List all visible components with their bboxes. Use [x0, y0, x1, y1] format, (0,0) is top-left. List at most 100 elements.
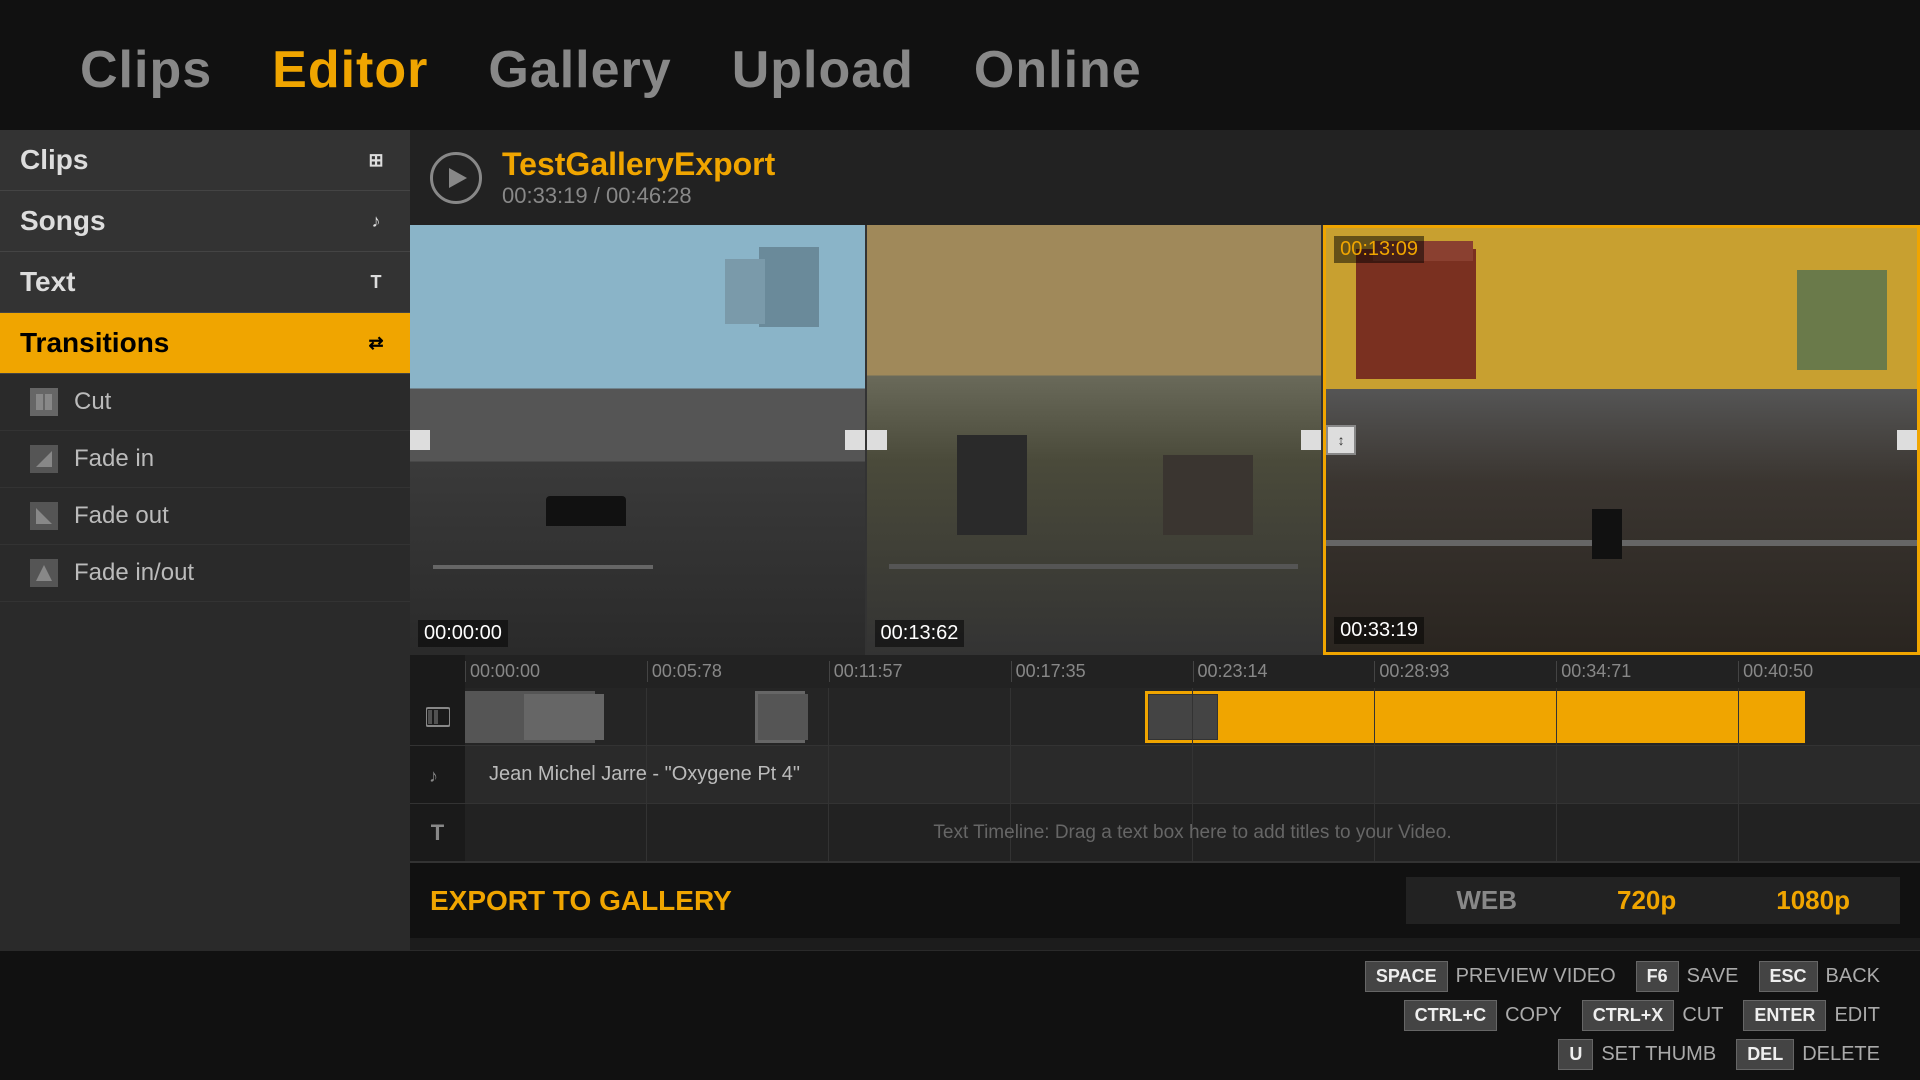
- ruler-mark-7: 00:40:50: [1738, 661, 1920, 682]
- label-cut: CUT: [1682, 1004, 1723, 1027]
- preview-clip-1[interactable]: 00:00:00: [410, 225, 867, 655]
- sidebar: Clips ⊞ Songs ♪ Text T Transitions ⇄: [0, 130, 410, 1050]
- video-timestamp: 00:33:19 / 00:46:28: [502, 183, 775, 209]
- label-save: SAVE: [1687, 965, 1739, 988]
- video-track-row: [410, 688, 1920, 746]
- text-timeline-hint: Text Timeline: Drag a text box here to a…: [933, 822, 1451, 844]
- top-nav: Clips Editor Gallery Upload Online: [0, 0, 1920, 130]
- ruler-mark-5: 00:28:93: [1374, 661, 1556, 682]
- track-clip-1[interactable]: [465, 691, 595, 743]
- shortcuts-row-2: CTRL+C COPY CTRL+X CUT ENTER EDIT: [1404, 1000, 1880, 1031]
- shortcuts-row-3: U SET THUMB DEL DELETE: [1558, 1039, 1880, 1070]
- track-clip-3[interactable]: [1145, 691, 1805, 743]
- ruler-mark-3: 00:17:35: [1011, 661, 1193, 682]
- main-layout: Clips ⊞ Songs ♪ Text T Transitions ⇄: [0, 130, 1920, 1050]
- video-info: TestGalleryExport 00:33:19 / 00:46:28: [502, 146, 775, 209]
- key-del[interactable]: DEL: [1736, 1039, 1794, 1070]
- sidebar-item-text[interactable]: Text T: [0, 252, 410, 313]
- ruler-mark-4: 00:23:14: [1193, 661, 1375, 682]
- fade-in-icon: [30, 445, 58, 473]
- music-label: Jean Michel Jarre - "Oxygene Pt 4": [479, 763, 800, 786]
- fade-in-out-icon: [30, 559, 58, 587]
- clip-cursor-handle[interactable]: ↕: [1326, 425, 1356, 455]
- quality-web-button[interactable]: WEB: [1406, 877, 1567, 924]
- nav-editor[interactable]: Editor: [272, 40, 428, 100]
- video-header: TestGalleryExport 00:33:19 / 00:46:28: [410, 130, 1920, 225]
- play-button[interactable]: [430, 152, 482, 204]
- svg-text:♪: ♪: [429, 766, 438, 786]
- track-clip-2[interactable]: [755, 691, 805, 743]
- clip-handle-right-2[interactable]: [1301, 430, 1321, 450]
- text-track-content[interactable]: Text Timeline: Drag a text box here to a…: [465, 804, 1920, 861]
- shortcut-del: DEL DELETE: [1736, 1039, 1880, 1070]
- sidebar-item-clips[interactable]: Clips ⊞: [0, 130, 410, 191]
- transitions-icon: ⇄: [362, 329, 390, 357]
- nav-upload[interactable]: Upload: [732, 40, 914, 100]
- text-track-row: T Text Timeline: Drag a text box here to…: [410, 804, 1920, 862]
- cut-icon: [30, 388, 58, 416]
- preview-area: 00:00:00 00:13:62: [410, 225, 1920, 655]
- key-ctrl-x[interactable]: CTRL+X: [1582, 1000, 1675, 1031]
- key-enter[interactable]: ENTER: [1743, 1000, 1826, 1031]
- shortcut-f6: F6 SAVE: [1636, 961, 1739, 992]
- music-track-icon: ♪: [410, 764, 465, 786]
- nav-clips[interactable]: Clips: [80, 40, 212, 100]
- preview-clip-2[interactable]: 00:13:62: [867, 225, 1324, 655]
- video-title: TestGalleryExport: [502, 146, 775, 183]
- label-copy: COPY: [1505, 1004, 1562, 1027]
- transition-fade-in[interactable]: Fade in: [0, 431, 410, 488]
- shortcut-esc: ESC BACK: [1759, 961, 1880, 992]
- shortcuts-bar: SPACE PREVIEW VIDEO F6 SAVE ESC BACK CTR…: [0, 950, 1920, 1080]
- music-track-content[interactable]: Jean Michel Jarre - "Oxygene Pt 4": [465, 746, 1920, 803]
- ruler-mark-6: 00:34:71: [1556, 661, 1738, 682]
- transition-cut[interactable]: Cut: [0, 374, 410, 431]
- text-track-icon: T: [410, 820, 465, 846]
- key-space[interactable]: SPACE: [1365, 961, 1448, 992]
- quality-720p-button[interactable]: 720p: [1567, 877, 1726, 924]
- timeline-area: 00:00:00 00:05:78 00:11:57 00:17:35 00:2…: [410, 655, 1920, 862]
- shortcut-u: U SET THUMB: [1558, 1039, 1716, 1070]
- video-track-icon: [410, 705, 465, 729]
- shortcut-enter: ENTER EDIT: [1743, 1000, 1880, 1031]
- key-esc[interactable]: ESC: [1759, 961, 1818, 992]
- transition-fade-in-out[interactable]: Fade in/out: [0, 545, 410, 602]
- video-track-content[interactable]: [465, 688, 1920, 745]
- export-to-gallery-button[interactable]: EXPORT TO GALLERY: [430, 885, 732, 917]
- preview-clip-3[interactable]: 00:13:09 ↕ 00:33:19: [1323, 225, 1920, 655]
- clip-handle-right-3[interactable]: [1897, 430, 1917, 450]
- shortcut-space: SPACE PREVIEW VIDEO: [1365, 961, 1616, 992]
- transitions-subitems: Cut Fade in Fade out: [0, 374, 410, 602]
- sidebar-item-transitions[interactable]: Transitions ⇄: [0, 313, 410, 374]
- shortcut-ctrl-c: CTRL+C COPY: [1404, 1000, 1562, 1031]
- text-icon: T: [362, 268, 390, 296]
- ruler-marks: 00:00:00 00:05:78 00:11:57 00:17:35 00:2…: [465, 661, 1920, 682]
- export-bar: EXPORT TO GALLERY WEB 720p 1080p: [410, 862, 1920, 938]
- nav-online[interactable]: Online: [974, 40, 1142, 100]
- key-ctrl-c[interactable]: CTRL+C: [1404, 1000, 1498, 1031]
- clip-time-3: 00:33:19: [1334, 617, 1424, 644]
- key-u[interactable]: U: [1558, 1039, 1593, 1070]
- shortcut-ctrl-x: CTRL+X CUT: [1582, 1000, 1724, 1031]
- ruler-mark-2: 00:11:57: [829, 661, 1011, 682]
- fade-out-icon: [30, 502, 58, 530]
- ruler-mark-1: 00:05:78: [647, 661, 829, 682]
- clip-time-top-3: 00:13:09: [1334, 236, 1424, 263]
- nav-gallery[interactable]: Gallery: [488, 40, 671, 100]
- quality-1080p-button[interactable]: 1080p: [1726, 877, 1900, 924]
- label-preview-video: PREVIEW VIDEO: [1456, 965, 1616, 988]
- music-icon: ♪: [362, 207, 390, 235]
- music-track-row: ♪ Jean Michel Jarre - "Oxygene Pt 4": [410, 746, 1920, 804]
- clip-time-1: 00:00:00: [418, 620, 508, 647]
- clip-handle-right-1[interactable]: [845, 430, 865, 450]
- clip-handle-left-1[interactable]: [410, 430, 430, 450]
- content-area: TestGalleryExport 00:33:19 / 00:46:28: [410, 130, 1920, 1050]
- key-f6[interactable]: F6: [1636, 961, 1679, 992]
- clip-time-2: 00:13:62: [875, 620, 965, 647]
- transition-fade-out[interactable]: Fade out: [0, 488, 410, 545]
- grid-icon: ⊞: [362, 146, 390, 174]
- clip-handle-left-2[interactable]: [867, 430, 887, 450]
- sidebar-item-songs[interactable]: Songs ♪: [0, 191, 410, 252]
- shortcuts-row-1: SPACE PREVIEW VIDEO F6 SAVE ESC BACK: [1365, 961, 1880, 992]
- label-delete: DELETE: [1802, 1043, 1880, 1066]
- label-set-thumb: SET THUMB: [1601, 1043, 1716, 1066]
